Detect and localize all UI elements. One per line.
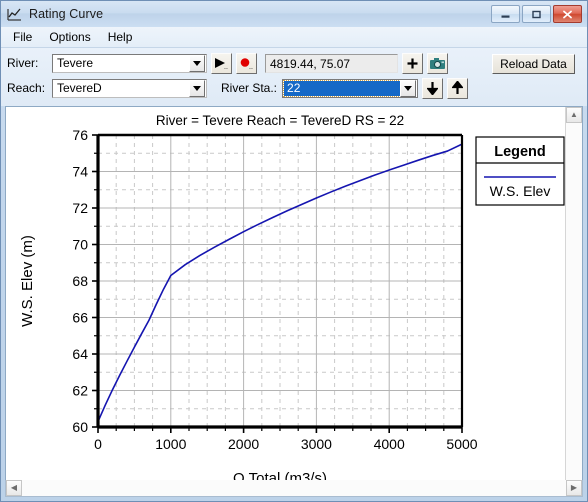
reach-label: Reach: (7, 81, 46, 95)
svg-text:72: 72 (72, 200, 88, 216)
scroll-left-arrow: ◀ (10, 483, 18, 492)
reach-row: Reach: TevereD River Sta.: 22 (7, 77, 581, 99)
chart-viewport: 0 1000 2000 3000 4000 5000 60 62 64 66 68 70 72 74 76 R… (6, 107, 565, 496)
svg-text:70: 70 (72, 237, 88, 253)
scroll-up-arrow: ▲ (570, 110, 578, 119)
svg-text:62: 62 (72, 383, 88, 399)
svg-text:74: 74 (72, 164, 88, 180)
record-button[interactable]: .. (236, 52, 257, 74)
reach-select-value: TevereD (57, 81, 102, 95)
menu-item-options[interactable]: Options (45, 29, 99, 46)
menu-bar: File Options Help (1, 27, 587, 48)
svg-text:5000: 5000 (446, 436, 477, 452)
scroll-right-arrow: ▶ (570, 483, 578, 492)
next-station-button[interactable] (447, 77, 469, 99)
svg-text:4000: 4000 (374, 436, 405, 452)
svg-text:..: .. (224, 64, 228, 70)
minimize-button[interactable] (491, 5, 520, 23)
play-button[interactable]: .. (211, 52, 232, 74)
svg-text:1000: 1000 (155, 436, 186, 452)
chevron-down-icon[interactable] (189, 79, 205, 97)
window-buttons (491, 5, 585, 23)
coordinates-display: 4819.44, 75.07 (265, 53, 398, 73)
river-select-value: Tevere (57, 56, 94, 70)
add-plot-button[interactable] (402, 52, 423, 74)
svg-text:76: 76 (72, 127, 88, 143)
camera-button[interactable] (427, 52, 448, 74)
svg-text:60: 60 (72, 419, 88, 435)
vertical-scrollbar[interactable]: ▲ ▼ (565, 107, 582, 496)
river-label: River: (7, 56, 39, 70)
chart-line-icon (7, 7, 23, 22)
horizontal-scroll-track[interactable] (22, 480, 566, 496)
river-row: River: Tevere .. .. 4819.44, 75.07 Reloa… (7, 52, 581, 74)
river-sta-select[interactable]: 22 (282, 78, 419, 98)
svg-text:3000: 3000 (301, 436, 332, 452)
chart-client-area: 0 1000 2000 3000 4000 5000 60 62 64 66 68 70 72 74 76 R… (5, 106, 583, 497)
svg-text:River = Tevere Reach = Tever: River = Tevere Reach = TevereD RS = 22 (156, 113, 404, 128)
chevron-down-icon[interactable] (189, 54, 205, 72)
rating-curve-window: Rating Curve File Options Help River: Te… (0, 0, 588, 502)
reach-select[interactable]: TevereD (52, 78, 207, 98)
scroll-up-button[interactable]: ▲ (566, 107, 582, 123)
svg-text:0: 0 (94, 436, 102, 452)
svg-text:..: .. (249, 64, 253, 70)
title-bar: Rating Curve (1, 1, 587, 27)
horizontal-scrollbar[interactable]: ◀ ▶ (5, 480, 583, 497)
maximize-button[interactable] (522, 5, 551, 23)
chevron-down-icon[interactable] (400, 79, 417, 97)
river-sta-label: River Sta.: (221, 81, 278, 95)
svg-text:66: 66 (72, 310, 88, 326)
window-title: Rating Curve (29, 7, 104, 21)
scroll-right-button[interactable]: ▶ (566, 480, 582, 496)
river-select[interactable]: Tevere (52, 53, 207, 73)
scroll-left-button[interactable]: ◀ (6, 480, 22, 496)
vertical-scroll-track[interactable] (566, 123, 582, 480)
reload-data-button[interactable]: Reload Data (492, 54, 575, 74)
rating-curve-chart[interactable]: 0 1000 2000 3000 4000 5000 60 62 64 66 68 70 72 74 76 R… (6, 107, 565, 485)
svg-text:W.S. Elev (m): W.S. Elev (m) (19, 235, 36, 327)
river-sta-value: 22 (283, 79, 402, 97)
menu-item-help[interactable]: Help (104, 29, 142, 46)
previous-station-button[interactable] (422, 77, 444, 99)
svg-text:W.S. Elev: W.S. Elev (490, 183, 551, 199)
svg-text:2000: 2000 (228, 436, 259, 452)
close-button[interactable] (553, 5, 582, 23)
svg-text:64: 64 (72, 346, 88, 362)
toolbar: River: Tevere .. .. 4819.44, 75.07 Reloa… (1, 48, 587, 106)
svg-text:Legend: Legend (494, 144, 546, 160)
menu-item-file[interactable]: File (9, 29, 41, 46)
svg-text:68: 68 (72, 273, 88, 289)
